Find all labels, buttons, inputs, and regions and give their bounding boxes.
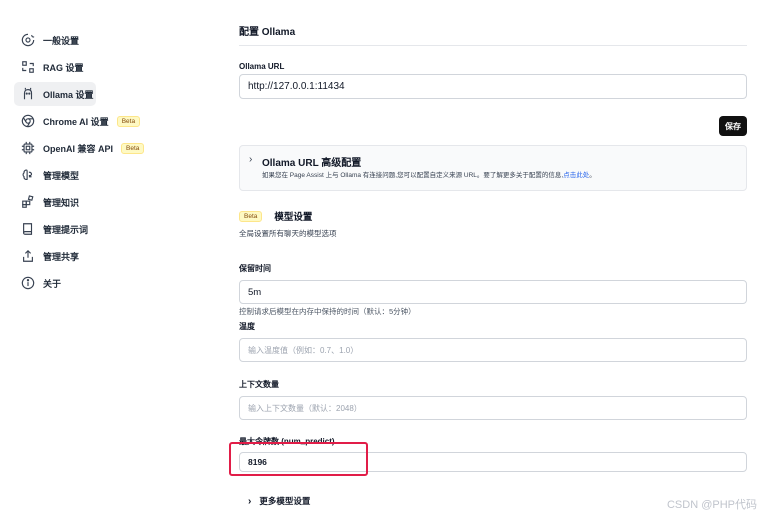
- keep-alive-label: 保留时间: [239, 264, 271, 273]
- sidebar-item-label: 管理提示词: [43, 224, 89, 235]
- sidebar-item-label: 管理共享: [43, 251, 80, 262]
- sidebar-item-ollama[interactable]: Ollama 设置: [14, 82, 96, 106]
- gear-icon: [20, 33, 35, 48]
- settings-sidebar: 一般设置 RAG 设置 Ollama 设置 Chrome AI 设置 Beta …: [14, 28, 204, 298]
- sidebar-item-label: 一般设置: [43, 35, 80, 46]
- temperature-label: 温度: [239, 322, 255, 331]
- ollama-url-input[interactable]: http://127.0.0.1:11434: [239, 74, 747, 99]
- advanced-url-title: Ollama URL 高级配置: [262, 158, 362, 169]
- sidebar-item-chrome-ai[interactable]: Chrome AI 设置 Beta: [14, 109, 204, 133]
- sidebar-item-manage-share[interactable]: 管理共享: [14, 244, 204, 268]
- advanced-url-panel[interactable]: › Ollama URL 高级配置 如果您在 Page Assist 上与 Ol…: [239, 145, 747, 191]
- beta-badge: Beta: [116, 115, 141, 127]
- sidebar-item-label: Ollama 设置: [43, 89, 94, 100]
- ollama-url-label: Ollama URL: [239, 62, 285, 71]
- more-model-settings[interactable]: › 更多模型设置: [248, 495, 310, 507]
- sidebar-item-rag[interactable]: RAG 设置: [14, 55, 204, 79]
- sidebar-item-manage-models[interactable]: 管理模型: [14, 163, 204, 187]
- chevron-right-icon: ›: [249, 154, 253, 165]
- page-title: 配置 Ollama: [239, 27, 296, 38]
- advanced-url-text: 如果您在 Page Assist 上与 Ollama 有连接问题,您可以配置自定…: [262, 172, 564, 179]
- ollama-icon: [20, 87, 35, 102]
- brain-icon: [20, 168, 35, 183]
- sidebar-item-label: 管理模型: [43, 170, 80, 181]
- model-settings-header: Beta 模型设置: [239, 209, 312, 223]
- blocks-icon: [20, 195, 35, 210]
- advanced-url-description: 如果您在 Page Assist 上与 Ollama 有连接问题,您可以配置自定…: [262, 169, 596, 179]
- more-model-settings-label: 更多模型设置: [259, 496, 311, 506]
- sidebar-item-label: RAG 设置: [43, 62, 84, 73]
- keep-alive-input[interactable]: 5m: [239, 280, 747, 304]
- sidebar-item-label: Chrome AI 设置: [43, 116, 109, 127]
- rag-icon: [20, 60, 35, 75]
- sidebar-item-label: OpenAI 兼容 API: [43, 143, 114, 154]
- max-tokens-label: 最大令牌数 (num_predict): [239, 437, 335, 446]
- chrome-icon: [20, 114, 35, 129]
- sidebar-item-manage-knowledge[interactable]: 管理知识: [14, 190, 204, 214]
- watermark: CSDN @PHP代码: [666, 499, 757, 511]
- beta-badge: Beta: [121, 142, 145, 154]
- beta-badge: Beta: [239, 210, 263, 222]
- sidebar-item-label: 关于: [43, 278, 62, 289]
- save-button[interactable]: 保存: [719, 116, 747, 136]
- context-input[interactable]: 输入上下文数量（默认：2048）: [239, 396, 747, 420]
- info-icon: [20, 276, 35, 291]
- book-icon: [20, 222, 35, 237]
- advanced-url-link[interactable]: 点击此处: [563, 172, 589, 179]
- sidebar-item-about[interactable]: 关于: [14, 271, 204, 295]
- sidebar-item-label: 管理知识: [43, 197, 80, 208]
- share-icon: [20, 249, 35, 264]
- sidebar-item-openai[interactable]: OpenAI 兼容 API Beta: [14, 136, 204, 160]
- divider: [239, 45, 747, 46]
- chevron-right-icon: ›: [248, 495, 252, 507]
- model-settings-title: 模型设置: [274, 212, 313, 223]
- sidebar-item-general[interactable]: 一般设置: [14, 28, 204, 52]
- chip-icon: [20, 141, 35, 156]
- sidebar-item-manage-prompts[interactable]: 管理提示词: [14, 217, 204, 241]
- advanced-url-end: 。: [589, 172, 596, 179]
- max-tokens-input[interactable]: 8196: [239, 452, 747, 472]
- model-settings-subtitle: 全局设置所有聊天的模型选项: [239, 229, 337, 238]
- keep-alive-help: 控制请求后模型在内存中保持的时间（默认：5分钟）: [239, 307, 416, 316]
- context-label: 上下文数量: [239, 380, 279, 389]
- temperature-input[interactable]: 输入温度值（例如：0.7、1.0）: [239, 338, 747, 362]
